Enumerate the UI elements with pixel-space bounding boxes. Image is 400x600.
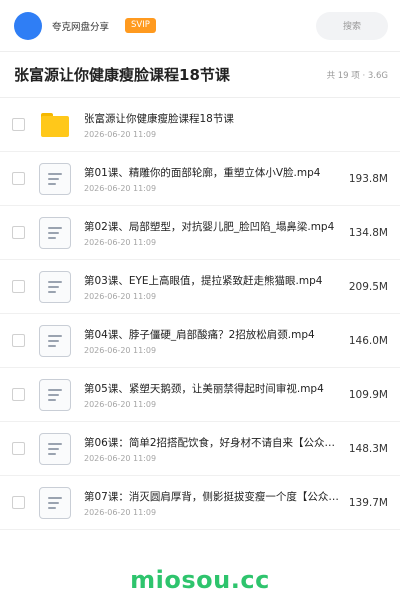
document-icon <box>38 324 72 358</box>
file-name: 张富源让你健康瘦脸课程18节课 <box>84 112 234 125</box>
file-list: 张富源让你健康瘦脸课程18节课 2026-06-20 11:09 第01课、精雕… <box>0 98 400 530</box>
select-checkbox[interactable] <box>12 280 25 293</box>
top-bar: 夸克网盘分享 SVIP 搜索 <box>0 0 400 52</box>
list-item[interactable]: 第07课：消灭圆肩厚背，侧影挺拔变瘦一个度【公众号：...】.mp4 2026-… <box>0 476 400 530</box>
file-size: 148.3M <box>348 442 388 455</box>
document-icon <box>38 378 72 412</box>
document-icon <box>38 432 72 466</box>
file-size: 193.8M <box>348 172 388 185</box>
list-item[interactable]: 第04课、脖子僵硬_肩部酸痛？2招放松肩颈.mp4 2026-06-20 11:… <box>0 314 400 368</box>
app-logo-icon <box>14 11 42 40</box>
file-name: 第01课、精雕你的面部轮廓，重塑立体小V脸.mp4 <box>84 166 321 179</box>
folder-header: 张富源让你健康瘦脸课程18节课 共 19 项 · 3.6G <box>0 52 400 98</box>
file-size: 109.9M <box>348 388 388 401</box>
document-icon <box>38 162 72 196</box>
document-icon <box>38 216 72 250</box>
select-checkbox[interactable] <box>12 172 25 185</box>
list-item[interactable]: 第02课、局部塑型，对抗婴儿肥_脸凹陷_塌鼻梁.mp4 2026-06-20 1… <box>0 206 400 260</box>
file-date: 2026-06-20 11:09 <box>84 453 157 463</box>
file-name: 第02课、局部塑型，对抗婴儿肥_脸凹陷_塌鼻梁.mp4 <box>84 220 335 233</box>
file-size: 209.5M <box>348 280 388 293</box>
file-size: 134.8M <box>348 226 388 239</box>
svip-badge: SVIP <box>125 18 156 33</box>
file-date: 2026-06-20 11:09 <box>84 507 157 517</box>
list-item[interactable]: 第06课：简单2招搭配饮食，好身材不请自来【公众号：...】.mp4 2026-… <box>0 422 400 476</box>
select-checkbox[interactable] <box>12 388 25 401</box>
document-icon <box>38 486 72 520</box>
select-checkbox[interactable] <box>12 226 25 239</box>
app-name: 夸克网盘分享 <box>52 21 110 33</box>
file-date: 2026-06-20 11:09 <box>84 129 157 139</box>
list-item[interactable]: 第05课、紧塑天鹅颈，让美丽禁得起时间审视.mp4 2026-06-20 11:… <box>0 368 400 422</box>
file-date: 2026-06-20 11:09 <box>84 345 157 355</box>
search-placeholder: 搜索 <box>342 22 361 32</box>
file-date: 2026-06-20 11:09 <box>84 237 157 247</box>
file-name: 第04课、脖子僵硬_肩部酸痛？2招放松肩颈.mp4 <box>84 328 315 341</box>
select-checkbox[interactable] <box>12 334 25 347</box>
file-size: 139.7M <box>348 496 388 509</box>
file-name: 第05课、紧塑天鹅颈，让美丽禁得起时间审视.mp4 <box>84 382 324 395</box>
file-date: 2026-06-20 11:09 <box>84 291 157 301</box>
list-item[interactable]: 张富源让你健康瘦脸课程18节课 2026-06-20 11:09 <box>0 98 400 152</box>
file-date: 2026-06-20 11:09 <box>84 183 157 193</box>
list-item[interactable]: 第01课、精雕你的面部轮廓，重塑立体小V脸.mp4 2026-06-20 11:… <box>0 152 400 206</box>
document-icon <box>38 270 72 304</box>
folder-icon <box>38 108 72 142</box>
file-name: 第06课：简单2招搭配饮食，好身材不请自来【公众号：...】.mp4 <box>84 436 342 449</box>
list-item[interactable]: 第03课、EYE上高眼值，提拉紧致赶走熊猫眼.mp4 2026-06-20 11… <box>0 260 400 314</box>
search-input[interactable]: 搜索 <box>316 11 388 40</box>
file-name: 第07课：消灭圆肩厚背，侧影挺拔变瘦一个度【公众号：...】.mp4 <box>84 490 342 503</box>
watermark: miosou.cc <box>130 566 270 594</box>
page-title: 张富源让你健康瘦脸课程18节课 <box>14 66 230 84</box>
file-name: 第03课、EYE上高眼值，提拉紧致赶走熊猫眼.mp4 <box>84 274 323 287</box>
file-size: 146.0M <box>348 334 388 347</box>
select-checkbox[interactable] <box>12 496 25 509</box>
file-date: 2026-06-20 11:09 <box>84 399 157 409</box>
select-checkbox[interactable] <box>12 442 25 455</box>
file-count: 共 19 项 · 3.6G <box>326 70 388 81</box>
select-checkbox[interactable] <box>12 118 25 131</box>
